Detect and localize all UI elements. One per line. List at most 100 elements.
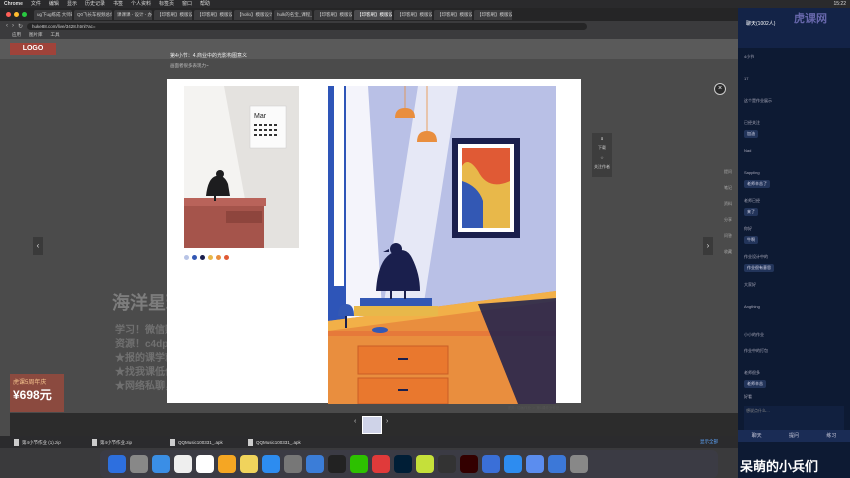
thumb-prev-icon[interactable]: ‹ bbox=[354, 418, 356, 425]
file-icon bbox=[170, 438, 175, 446]
show-all-downloads-link[interactable]: 显示全部 bbox=[700, 439, 718, 445]
chat-tabs: 聊天 提问 练习 bbox=[738, 430, 850, 442]
url-field[interactable]: huke88.com/live/3428.html?ac= bbox=[27, 22, 588, 30]
browser-tab[interactable]: 课课课 - 设计 - 办公专区 bbox=[114, 9, 152, 20]
tab-chat[interactable]: 聊天 bbox=[752, 430, 762, 442]
browser-tab[interactable]: 【hollo】模版设计 - 【 bbox=[234, 9, 272, 20]
browser-tab[interactable]: ug下ug练成 大师班 - 中 bbox=[34, 9, 72, 20]
thumbnail-item[interactable] bbox=[362, 416, 382, 434]
follow-icon[interactable]: ☆ bbox=[600, 155, 604, 160]
color-palette bbox=[184, 255, 229, 260]
wechat-icon[interactable] bbox=[350, 455, 368, 473]
wps-icon[interactable] bbox=[372, 455, 390, 473]
live-chat-panel: 虎课网 聊天(1002人) 4小节 17 这个是作业展示 已经关注 加油 Nad… bbox=[738, 8, 850, 478]
launchpad-icon[interactable] bbox=[130, 455, 148, 473]
menubar-item[interactable]: 历史记录 bbox=[85, 0, 105, 8]
side-tool-item[interactable]: 笔记 bbox=[724, 185, 732, 191]
browser-tab[interactable]: 【印客刷】模版设计 bbox=[434, 9, 472, 20]
app-icon[interactable] bbox=[526, 455, 544, 473]
chat-input[interactable]: 想说点什么… bbox=[744, 406, 844, 430]
trash-icon[interactable] bbox=[570, 455, 588, 473]
menubar-item[interactable]: 帮助 bbox=[200, 0, 210, 8]
browser-tab[interactable]: 【印客刷】模版设计 bbox=[194, 9, 232, 20]
image-caption: 图片: 插画作业 ＞ 第1课作业作品 bbox=[508, 406, 560, 410]
menubar-item[interactable]: 窗口 bbox=[182, 0, 192, 8]
illustrator-icon[interactable] bbox=[460, 455, 478, 473]
bookmark-item[interactable]: 图片库 bbox=[29, 31, 43, 39]
side-tool-item[interactable]: 收藏 bbox=[724, 249, 732, 255]
side-tool-item[interactable]: 问答 bbox=[724, 233, 732, 239]
chat-message: 大家好 bbox=[744, 282, 756, 287]
tab-practice[interactable]: 练习 bbox=[826, 430, 836, 442]
menubar-item[interactable]: 编辑 bbox=[49, 0, 59, 8]
side-tool-item[interactable]: 资料 bbox=[724, 201, 732, 207]
download-item[interactable]: QQMusic100331_.apk bbox=[170, 438, 242, 447]
illustration-artwork bbox=[328, 86, 556, 405]
qq-browser-icon[interactable] bbox=[306, 455, 324, 473]
thumb-next-icon[interactable]: › bbox=[386, 418, 388, 425]
download-item[interactable]: 第4小节作业.zip bbox=[92, 438, 164, 447]
back-icon[interactable]: ‹ bbox=[6, 23, 8, 29]
chat-bubble: 老师辛苦了 bbox=[744, 180, 770, 188]
chat-message: Sappling bbox=[744, 170, 760, 175]
download-item[interactable]: QQMusic100331_.apk bbox=[248, 438, 320, 447]
minimize-window-button[interactable] bbox=[14, 12, 19, 17]
browser-tab[interactable]: 【印客刷】模版设计 bbox=[314, 9, 352, 20]
app-icon[interactable] bbox=[416, 455, 434, 473]
folder-icon[interactable] bbox=[548, 455, 566, 473]
app-icon[interactable] bbox=[482, 455, 500, 473]
terminal-icon[interactable] bbox=[328, 455, 346, 473]
calendar-icon[interactable] bbox=[196, 455, 214, 473]
menubar-item[interactable]: 文件 bbox=[31, 0, 41, 8]
download-icon[interactable]: ⬇ bbox=[600, 136, 603, 141]
notes-icon[interactable] bbox=[240, 455, 258, 473]
close-icon[interactable]: × bbox=[714, 83, 726, 95]
close-window-button[interactable] bbox=[6, 12, 11, 17]
chat-message: Nad bbox=[744, 148, 752, 153]
bookmark-item[interactable]: 工具 bbox=[51, 31, 60, 39]
finder-icon[interactable] bbox=[108, 455, 126, 473]
menubar-item[interactable]: 显示 bbox=[67, 0, 77, 8]
download-filename: 第4小节作业.zip bbox=[100, 439, 133, 445]
reload-icon[interactable]: ↻ bbox=[18, 23, 23, 30]
menubar-item[interactable]: 个人资料 bbox=[131, 0, 151, 8]
calendar-month: Mar bbox=[254, 113, 267, 120]
chat-message: 4小节 bbox=[744, 54, 755, 59]
menubar-app-name[interactable]: Chrome bbox=[4, 0, 23, 8]
safari-icon[interactable] bbox=[152, 455, 170, 473]
modal-header: 第4小节：4.商业中的光影构图意义 画面者很多表现力~ bbox=[10, 49, 720, 75]
bookmark-item[interactable]: 应用 bbox=[12, 31, 21, 39]
forward-icon[interactable]: › bbox=[12, 23, 14, 29]
chat-bubble: 老师辛苦 bbox=[744, 380, 766, 388]
app-icon[interactable] bbox=[438, 455, 456, 473]
side-tool-item[interactable]: 提问 bbox=[724, 169, 732, 175]
color-swatch bbox=[192, 255, 197, 260]
download-label[interactable]: 下载 bbox=[598, 145, 606, 151]
browser-tab[interactable]: 【印客刷】模版设计 bbox=[474, 9, 512, 20]
chat-bubble: 来了 bbox=[744, 208, 758, 216]
side-tool-item[interactable]: 分享 bbox=[724, 217, 732, 223]
settings-icon[interactable] bbox=[284, 455, 302, 473]
browser-tab[interactable]: hulk的名宝_课程_ 页- bbox=[274, 9, 312, 20]
prev-arrow-icon[interactable]: ‹ bbox=[33, 237, 43, 255]
browser-tab[interactable]: 【印客刷】模版设计 bbox=[394, 9, 432, 20]
next-arrow-icon[interactable]: › bbox=[703, 237, 713, 255]
tab-question[interactable]: 提问 bbox=[789, 430, 799, 442]
browser-tab[interactable]: 【印客刷】模版设计 bbox=[154, 9, 192, 20]
browser-tab[interactable]: Q0飞长车视频总体行+ bbox=[74, 9, 112, 20]
file-icon bbox=[14, 438, 19, 446]
download-filename: 第4小节作业 (1).zip bbox=[22, 439, 61, 445]
photos-icon[interactable] bbox=[218, 455, 236, 473]
app-icon[interactable] bbox=[504, 455, 522, 473]
color-swatch bbox=[216, 255, 221, 260]
maximize-window-button[interactable] bbox=[22, 12, 27, 17]
photoshop-icon[interactable] bbox=[394, 455, 412, 473]
menubar-item[interactable]: 书签 bbox=[113, 0, 123, 8]
browser-tab-active[interactable]: 【印客刷】模版设计 bbox=[354, 9, 392, 20]
download-item[interactable]: 第4小节作业 (1).zip bbox=[14, 438, 86, 447]
promo-banner[interactable]: 虎课5周年庆 ¥698元 bbox=[10, 374, 64, 412]
follow-label[interactable]: 关注作者 bbox=[594, 164, 610, 170]
app-store-icon[interactable] bbox=[262, 455, 280, 473]
menubar-item[interactable]: 标签页 bbox=[159, 0, 174, 8]
chrome-icon[interactable] bbox=[174, 455, 192, 473]
